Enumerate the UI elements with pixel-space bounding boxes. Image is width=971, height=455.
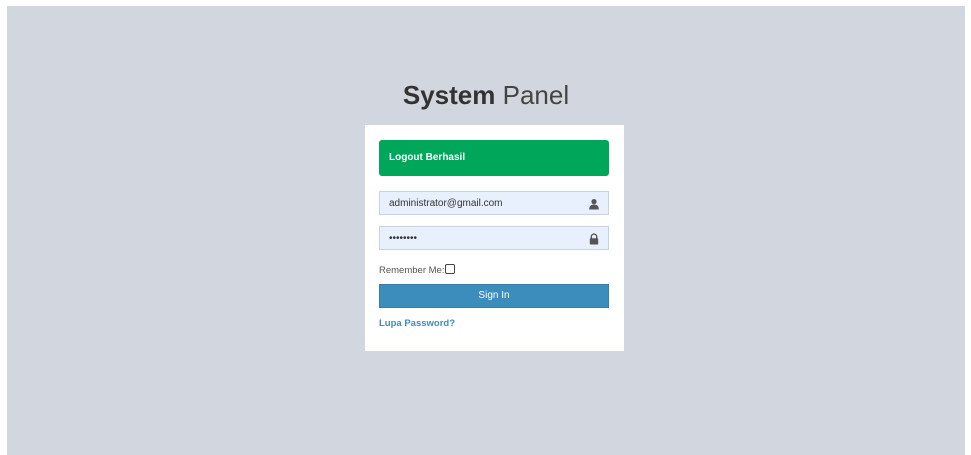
logo-bold: System [402, 80, 496, 110]
page-title: System Panel [7, 80, 965, 110]
password-input[interactable] [380, 227, 589, 249]
remember-me: Remember Me: [379, 264, 456, 277]
sign-in-button[interactable]: Sign In [379, 284, 609, 308]
user-icon [588, 197, 600, 210]
email-input[interactable] [380, 192, 589, 214]
remember-me-checkbox[interactable] [445, 264, 456, 274]
remember-me-label: Remember Me: [379, 265, 445, 276]
logout-success-alert: Logout Berhasil [379, 140, 609, 176]
lock-icon [588, 232, 600, 245]
email-field[interactable] [379, 191, 609, 215]
login-page: System Panel Logout Berhasil administrat… [7, 6, 965, 455]
login-box: Logout Berhasil Remember Me: Sign [365, 125, 624, 351]
logo-light: Panel [502, 80, 570, 110]
password-field[interactable] [379, 226, 609, 250]
forgot-password-link[interactable]: Lupa Password? [379, 318, 455, 329]
